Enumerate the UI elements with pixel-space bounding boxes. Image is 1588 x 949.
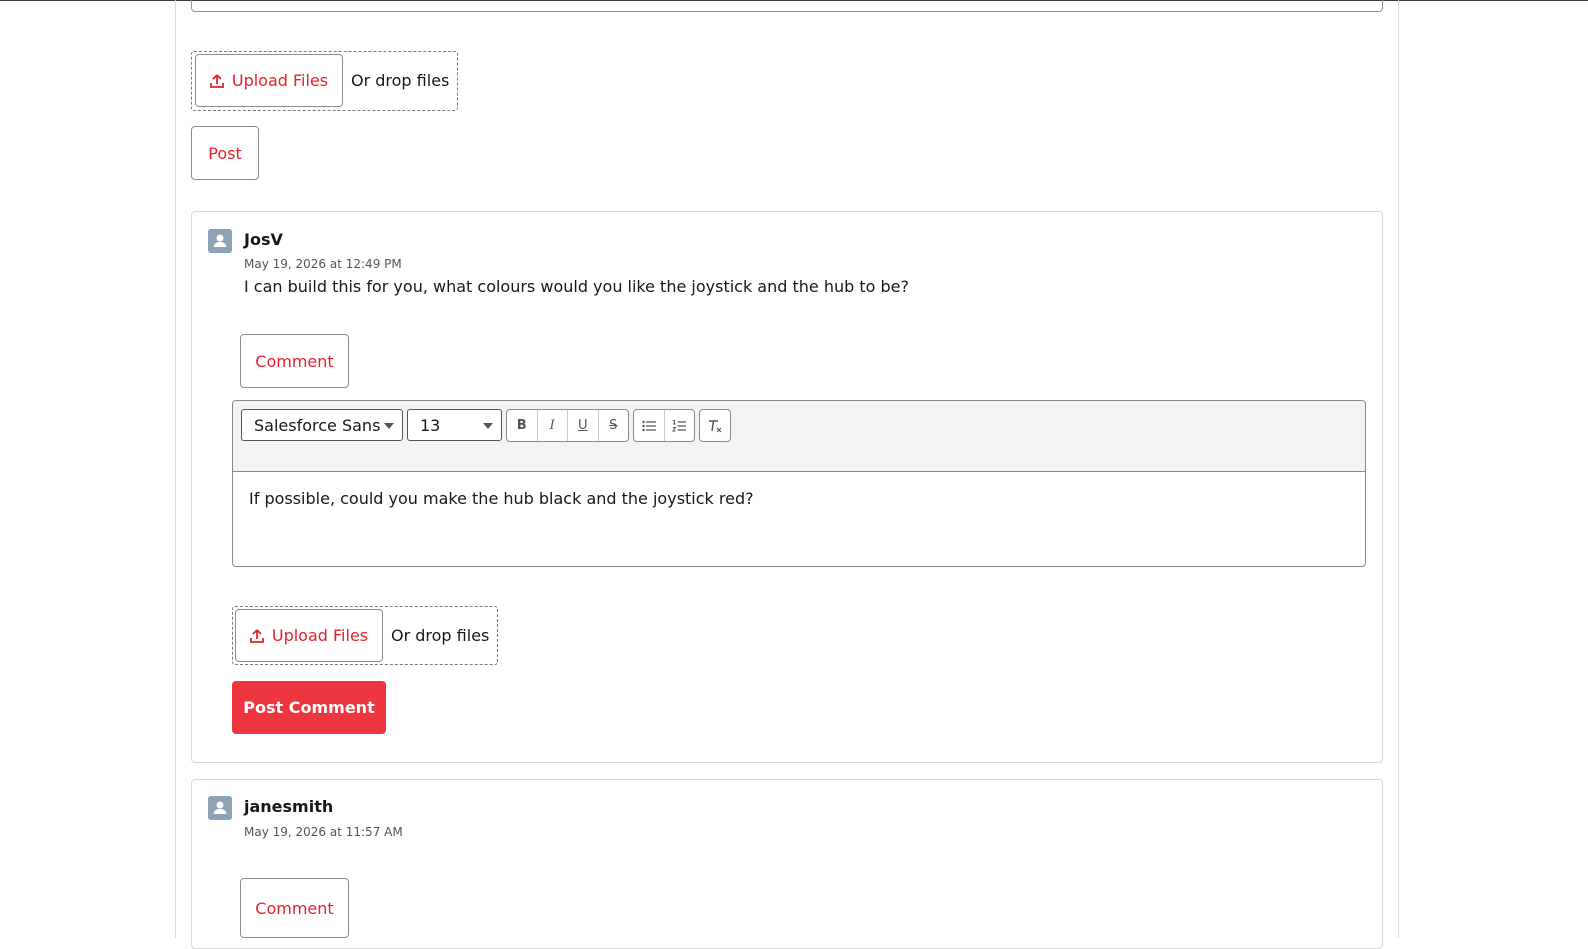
font-family-value: Salesforce Sans [254, 415, 381, 435]
drop-files-text: Or drop files [351, 71, 450, 90]
editor-content[interactable]: If possible, could you make the hub blac… [249, 489, 754, 508]
bulleted-list-button[interactable] [634, 410, 665, 441]
post-button[interactable]: Post [191, 126, 259, 180]
bold-button[interactable]: B [507, 410, 538, 441]
comment-button[interactable]: Comment [240, 878, 349, 938]
post-editor-bottom-edge [191, 0, 1383, 12]
author-name[interactable]: JosV [244, 230, 283, 249]
remove-formatting-button[interactable] [700, 410, 730, 441]
underline-icon: U [577, 418, 588, 433]
strikethrough-button[interactable]: S [599, 410, 629, 441]
font-size-select[interactable]: 13 [407, 409, 502, 441]
post-comment-label: Post Comment [243, 698, 375, 717]
upload-icon [209, 73, 224, 88]
italic-icon: I [549, 418, 555, 433]
upload-files-button[interactable]: Upload Files [235, 609, 383, 662]
comment-button[interactable]: Comment [240, 334, 349, 388]
bold-icon: B [516, 418, 527, 433]
formatting-group [699, 409, 731, 442]
bulleted-list-icon [642, 420, 656, 431]
post-timestamp[interactable]: May 19, 2026 at 12:49 PM [244, 257, 402, 271]
list-group [633, 409, 695, 442]
underline-button[interactable]: U [568, 410, 599, 441]
upload-files-label: Upload Files [271, 626, 369, 645]
post-label: Post [208, 143, 242, 163]
post-comment-button[interactable]: Post Comment [232, 681, 386, 734]
font-size-value: 13 [420, 415, 441, 435]
font-family-select[interactable]: Salesforce Sans [241, 409, 403, 441]
chevron-down-icon [384, 423, 394, 429]
numbered-list-button[interactable] [665, 410, 695, 441]
author-name[interactable]: janesmith [244, 797, 333, 816]
chevron-down-icon [483, 423, 493, 429]
remove-formatting-icon [709, 419, 722, 432]
strikethrough-icon: S [609, 418, 618, 433]
upload-icon [249, 628, 264, 643]
upload-files-label: Upload Files [231, 71, 329, 90]
user-avatar-icon [208, 796, 232, 820]
text-style-group: B I U S [506, 409, 629, 442]
editor-toolbar: Salesforce Sans 13 B I U S [233, 401, 1365, 472]
comment-label: Comment [255, 898, 334, 918]
feed-item [191, 779, 1383, 949]
upload-files-button[interactable]: Upload Files [195, 54, 343, 107]
numbered-list-icon [672, 419, 687, 431]
comment-label: Comment [255, 351, 334, 371]
comment-editor: Salesforce Sans 13 B I U S If possible, … [232, 400, 1366, 567]
post-timestamp[interactable]: May 19, 2026 at 11:57 AM [244, 825, 403, 839]
italic-button[interactable]: I [538, 410, 568, 441]
user-avatar-icon [208, 229, 232, 253]
post-body: I can build this for you, what colours w… [244, 277, 909, 296]
drop-files-text: Or drop files [391, 626, 490, 645]
